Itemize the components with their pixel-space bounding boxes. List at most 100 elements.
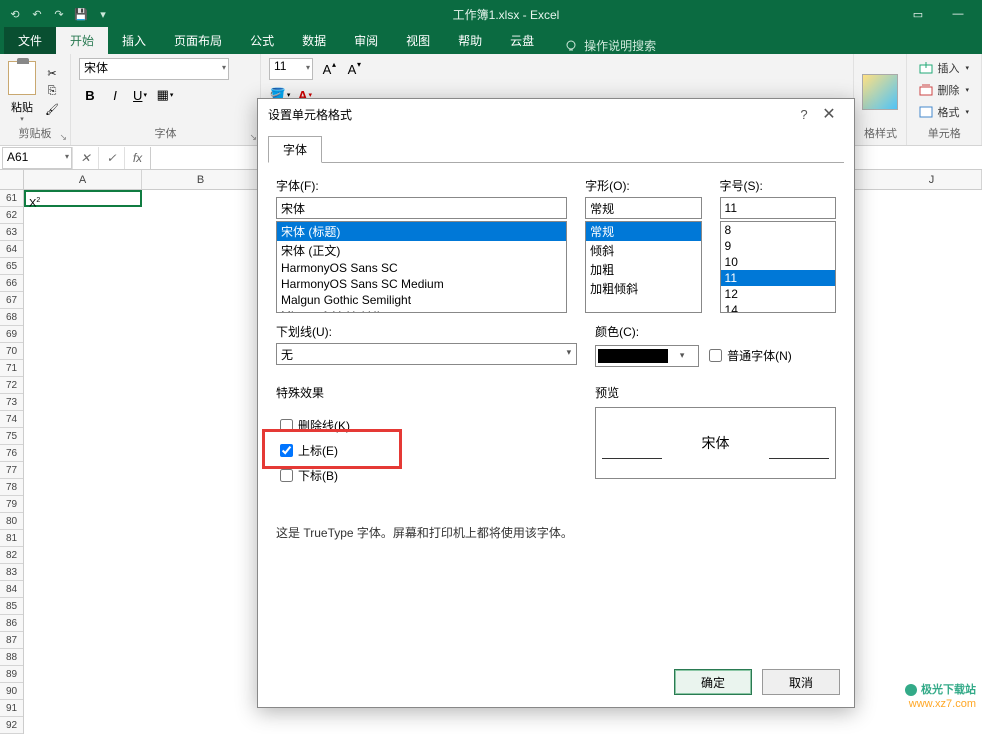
italic-button[interactable]: I bbox=[104, 84, 126, 106]
border-button[interactable]: ▦▾ bbox=[154, 84, 176, 106]
dialog-launcher-icon[interactable]: ↘ bbox=[249, 132, 257, 143]
qat-save-icon[interactable]: 💾 bbox=[70, 3, 92, 25]
row-header[interactable]: 87 bbox=[0, 632, 23, 649]
tab-formulas[interactable]: 公式 bbox=[236, 27, 288, 54]
row-header[interactable]: 86 bbox=[0, 615, 23, 632]
tab-page-layout[interactable]: 页面布局 bbox=[160, 27, 236, 54]
insert-cells-button[interactable]: 插入▾ bbox=[915, 58, 973, 78]
tab-review[interactable]: 审阅 bbox=[340, 27, 392, 54]
row-header[interactable]: 72 bbox=[0, 377, 23, 394]
format-cells-button[interactable]: 格式▾ bbox=[915, 102, 973, 122]
superscript-checkbox[interactable]: 上标(E) bbox=[280, 438, 573, 463]
subscript-checkbox[interactable]: 下标(B) bbox=[280, 463, 573, 488]
row-header[interactable]: 62 bbox=[0, 207, 23, 224]
cancel-formula-icon[interactable]: ✕ bbox=[72, 147, 98, 169]
active-cell[interactable]: X2 bbox=[24, 190, 142, 207]
column-header[interactable]: B bbox=[142, 170, 260, 189]
font-name-input[interactable] bbox=[276, 197, 567, 219]
row-header[interactable]: 61 bbox=[0, 190, 23, 207]
cancel-button[interactable]: 取消 bbox=[762, 669, 840, 695]
font-size-combo[interactable]: 11▾ bbox=[269, 58, 313, 80]
column-header[interactable]: A bbox=[24, 170, 142, 189]
qat-undo-icon[interactable]: ↶ bbox=[26, 3, 48, 25]
close-icon[interactable]: ✕ bbox=[814, 104, 844, 124]
tab-view[interactable]: 视图 bbox=[392, 27, 444, 54]
row-header[interactable]: 74 bbox=[0, 411, 23, 428]
format-painter-icon[interactable]: 🖌 bbox=[42, 102, 62, 118]
row-header[interactable]: 63 bbox=[0, 224, 23, 241]
ribbon-display-icon[interactable]: ▭ bbox=[898, 0, 938, 28]
list-item[interactable]: 10 bbox=[721, 254, 835, 270]
font-style-input[interactable] bbox=[585, 197, 701, 219]
row-header[interactable]: 85 bbox=[0, 598, 23, 615]
ok-button[interactable]: 确定 bbox=[674, 669, 752, 695]
list-item[interactable]: 宋体 (正文) bbox=[277, 241, 566, 260]
row-header[interactable]: 71 bbox=[0, 360, 23, 377]
dialog-titlebar[interactable]: 设置单元格格式 ? ✕ bbox=[258, 99, 854, 129]
row-header[interactable]: 83 bbox=[0, 564, 23, 581]
list-item[interactable]: 8 bbox=[721, 222, 835, 238]
delete-cells-button[interactable]: 删除▾ bbox=[915, 80, 973, 100]
list-item[interactable]: 常规 bbox=[586, 222, 700, 241]
name-box[interactable]: A61▾ bbox=[2, 147, 72, 169]
list-item[interactable]: Malgun Gothic Semilight bbox=[277, 292, 566, 308]
list-item[interactable]: 倾斜 bbox=[586, 241, 700, 260]
font-color-combo[interactable]: ▾ bbox=[595, 345, 699, 367]
row-header[interactable]: 81 bbox=[0, 530, 23, 547]
enter-formula-icon[interactable]: ✓ bbox=[98, 147, 124, 169]
tab-insert[interactable]: 插入 bbox=[108, 27, 160, 54]
list-item[interactable]: 加粗 bbox=[586, 260, 700, 279]
row-header[interactable]: 89 bbox=[0, 666, 23, 683]
list-item[interactable]: 14 bbox=[721, 302, 835, 313]
paste-button[interactable]: 粘贴 ▾ bbox=[8, 61, 36, 123]
normal-font-checkbox[interactable]: 普通字体(N) bbox=[709, 343, 792, 368]
bold-button[interactable]: B bbox=[79, 84, 101, 106]
minimize-icon[interactable]: — bbox=[938, 0, 978, 28]
cut-icon[interactable]: ✂ bbox=[42, 66, 62, 82]
qat-redo-icon[interactable]: ↷ bbox=[48, 3, 70, 25]
decrease-font-icon[interactable]: A▾ bbox=[341, 58, 363, 80]
row-header[interactable]: 67 bbox=[0, 292, 23, 309]
row-header[interactable]: 73 bbox=[0, 394, 23, 411]
font-name-combo[interactable]: 宋体▾ bbox=[79, 58, 229, 80]
row-header[interactable]: 69 bbox=[0, 326, 23, 343]
column-header[interactable]: J bbox=[882, 170, 982, 189]
tab-help[interactable]: 帮助 bbox=[444, 27, 496, 54]
strikethrough-checkbox[interactable]: 删除线(K) bbox=[280, 413, 573, 438]
font-size-input[interactable] bbox=[720, 197, 836, 219]
list-item[interactable]: 12 bbox=[721, 286, 835, 302]
qat-customize-icon[interactable]: ▾ bbox=[92, 3, 114, 25]
row-header[interactable]: 90 bbox=[0, 683, 23, 700]
cell-styles-icon[interactable] bbox=[862, 74, 898, 110]
tab-data[interactable]: 数据 bbox=[288, 27, 340, 54]
row-header[interactable]: 77 bbox=[0, 462, 23, 479]
row-header[interactable]: 70 bbox=[0, 343, 23, 360]
tab-home[interactable]: 开始 bbox=[56, 27, 108, 54]
row-header[interactable]: 91 bbox=[0, 700, 23, 717]
row-header[interactable]: 66 bbox=[0, 275, 23, 292]
tell-me-search[interactable]: 操作说明搜索 bbox=[564, 37, 656, 54]
list-item[interactable]: 11 bbox=[721, 270, 835, 286]
tab-font[interactable]: 字体 bbox=[268, 136, 322, 163]
copy-icon[interactable]: ⎘ bbox=[42, 84, 62, 100]
row-header[interactable]: 80 bbox=[0, 513, 23, 530]
row-header[interactable]: 92 bbox=[0, 717, 23, 734]
row-header[interactable]: 79 bbox=[0, 496, 23, 513]
row-header[interactable]: 88 bbox=[0, 649, 23, 666]
row-header[interactable]: 76 bbox=[0, 445, 23, 462]
list-item[interactable]: 宋体 (标题) bbox=[277, 222, 566, 241]
qat-autosave-icon[interactable]: ⟲ bbox=[4, 3, 26, 25]
size-list[interactable]: 8 9 10 11 12 14 bbox=[720, 221, 836, 313]
fx-button[interactable]: fx bbox=[124, 147, 150, 169]
list-item[interactable]: 加粗倾斜 bbox=[586, 279, 700, 298]
row-header[interactable]: 65 bbox=[0, 258, 23, 275]
tab-file[interactable]: 文件 bbox=[4, 27, 56, 54]
list-item[interactable]: Microsoft YaHei UI bbox=[277, 308, 566, 313]
increase-font-icon[interactable]: A▴ bbox=[316, 58, 338, 80]
help-icon[interactable]: ? bbox=[794, 107, 814, 122]
underline-combo[interactable] bbox=[276, 343, 577, 365]
list-item[interactable]: HarmonyOS Sans SC Medium bbox=[277, 276, 566, 292]
row-header[interactable]: 82 bbox=[0, 547, 23, 564]
select-all-corner[interactable] bbox=[0, 170, 24, 190]
list-item[interactable]: HarmonyOS Sans SC bbox=[277, 260, 566, 276]
